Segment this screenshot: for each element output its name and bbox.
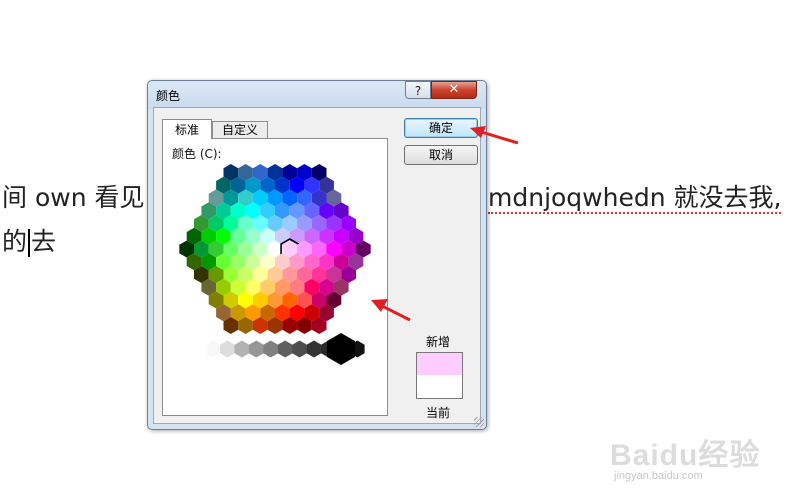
watermark-url: jingyan.baidu.com	[614, 470, 703, 482]
watermark-logo: Baidu经验	[610, 439, 761, 472]
arrow-to-ok-button	[470, 126, 519, 145]
tab-standard[interactable]: 标准	[162, 119, 212, 139]
annotation-arrows	[371, 126, 519, 322]
arrow-to-color-honeycomb	[371, 299, 411, 322]
baidu-watermark: Baidu经验 jingyan.baidu.com	[608, 430, 788, 490]
